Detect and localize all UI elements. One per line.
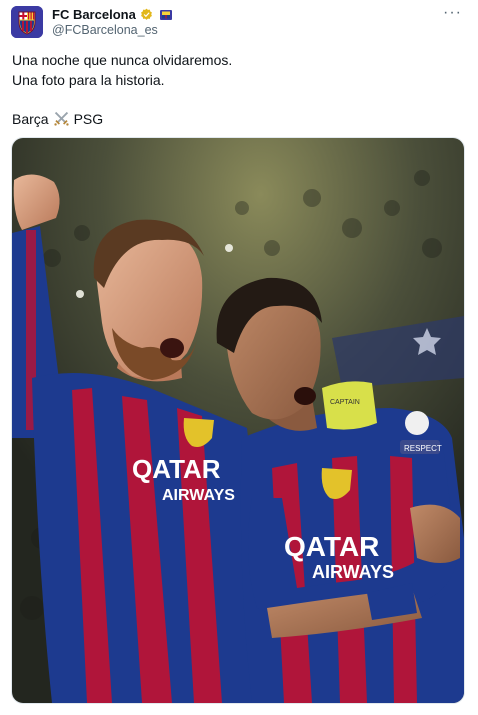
right-shirt-sponsor-line1: QATAR — [284, 531, 379, 562]
team-left-label: Barça — [12, 110, 49, 127]
tweet-card: FC Barcelona @FCBarcelona_es ··· Una noc… — [0, 0, 478, 715]
barcelona-crest-icon[interactable] — [159, 9, 172, 20]
left-shirt-sponsor-line2: AIRWAYS — [162, 487, 235, 504]
tweet-text-line-3: Barça PSG — [12, 110, 103, 127]
tweet-photo[interactable]: QATAR AIRWAYS CAPTAIN RESPECT QATAR AIRW… — [11, 137, 465, 704]
account-name-row: FC Barcelona — [52, 6, 172, 23]
display-name[interactable]: FC Barcelona — [52, 7, 136, 22]
more-options-icon[interactable]: ··· — [443, 4, 462, 22]
tweet-text-line-2: Una foto para la historia. — [12, 72, 165, 88]
right-shirt-sponsor-line2: AIRWAYS — [312, 562, 394, 582]
sleeve-badge-label: RESPECT — [404, 444, 442, 453]
left-shirt-sponsor-line1: QATAR — [132, 454, 221, 484]
barcelona-crest-icon — [11, 6, 43, 38]
account-handle[interactable]: @FCBarcelona_es — [52, 23, 158, 37]
tweet-text-line-1: Una noche que nunca olvidaremos. — [12, 52, 233, 68]
celebration-photo: QATAR AIRWAYS CAPTAIN RESPECT QATAR AIRW… — [12, 138, 464, 703]
team-right-label: PSG — [73, 110, 104, 127]
crossed-swords-icon — [53, 111, 69, 126]
gold-verified-badge-icon[interactable] — [140, 8, 153, 21]
avatar[interactable] — [11, 6, 43, 38]
captain-band-label: CAPTAIN — [330, 399, 360, 406]
